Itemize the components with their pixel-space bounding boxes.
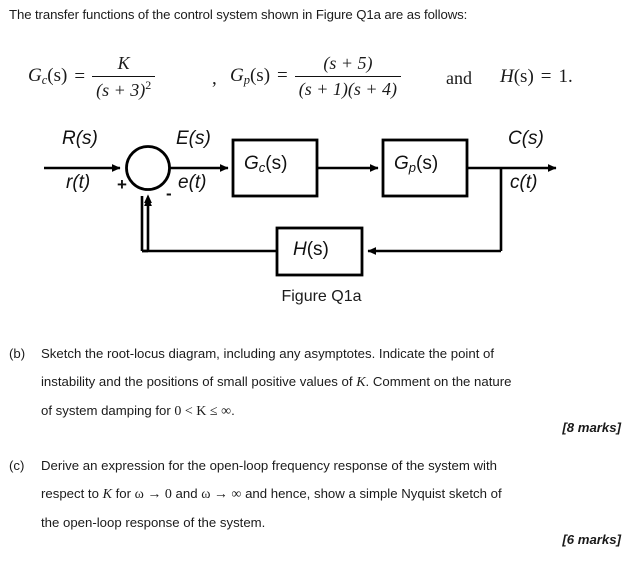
figure-caption: Figure Q1a (281, 288, 362, 305)
controller-block-label: Gc(s) (244, 153, 288, 175)
gp-lhs: Gp(s) (230, 64, 271, 87)
h-lhs: H(s) (500, 66, 534, 87)
part-b-label: (b) (9, 346, 26, 361)
gp-equals: = (277, 65, 288, 87)
gp-numerator: (s + 5) (323, 53, 373, 73)
part-c-line-2: respect to K for ω → 0 and ω → ∞ and hen… (41, 486, 502, 502)
part-b-body: Sketch the root-locus diagram, including… (41, 340, 609, 426)
k-symbol-b: K (356, 375, 366, 390)
part-c-line-1: Derive an expression for the open-loop f… (41, 458, 497, 473)
and-word: and (446, 68, 472, 88)
part-b-line-3: of system damping for 0 < K ≤ ∞. (41, 403, 235, 419)
equation-separator: , (206, 68, 223, 92)
input-label-top: R(s) (62, 128, 98, 149)
equation-h: H(s) = 1. (500, 66, 573, 88)
gp-denominator: (s + 1)(s + 4) (298, 79, 398, 100)
gp-fraction: (s + 5) (s + 1)(s + 4) (294, 52, 402, 101)
intro-paragraph: The transfer functions of the control sy… (9, 7, 468, 22)
part-b-line-1: Sketch the root-locus diagram, including… (41, 346, 495, 361)
part-c-line-3: the open-loop response of the system. (41, 515, 266, 530)
part-c-marks: [6 marks] (562, 532, 621, 547)
feedback-block-label: H(s) (293, 239, 329, 260)
error-label-bottom: e(t) (178, 172, 207, 193)
k-symbol-c: K (102, 487, 112, 502)
question-part-c: (c) Derive an expression for the open-lo… (9, 452, 609, 537)
summing-junction (125, 145, 171, 191)
equation-conjunction: and (446, 68, 472, 89)
part-c-label: (c) (9, 458, 25, 473)
part-b-line-2: instability and the positions of small p… (41, 374, 512, 390)
gc-denominator: (s + 3)2 (96, 78, 152, 101)
part-b-marks: [8 marks] (562, 420, 621, 435)
part-c-body: Derive an expression for the open-loop f… (41, 452, 609, 537)
error-label-top: E(s) (176, 128, 211, 149)
damping-range-math: 0 < K ≤ ∞ (174, 404, 232, 419)
transfer-function-equations: Gc(s) = K (s + 3)2 , Gp(s) = (s + 5) (s … (28, 44, 628, 106)
omega-to-zero-math: ω → 0 (134, 487, 172, 502)
gc-equals: = (74, 65, 86, 87)
gc-fraction: K (s + 3)2 (92, 52, 156, 102)
gc-lhs: Gc(s) (28, 65, 68, 88)
gc-numerator: K (117, 53, 130, 73)
plus-sign: + (117, 175, 127, 194)
equation-gc: Gc(s) = K (s + 3)2 (28, 52, 156, 102)
plant-block-label: Gp(s) (394, 153, 439, 175)
omega-to-infinity-math: ω → ∞ (201, 487, 242, 502)
comma-glyph: , (212, 68, 217, 89)
minus-sign: - (166, 184, 172, 203)
question-part-b: (b) Sketch the root-locus diagram, inclu… (9, 340, 609, 426)
output-label-bottom: c(t) (510, 172, 538, 193)
h-equals: = (540, 66, 552, 87)
input-label-bottom: r(t) (66, 172, 91, 193)
h-value: 1. (558, 66, 573, 87)
equation-gp: Gp(s) = (s + 5) (s + 1)(s + 4) (230, 52, 402, 101)
output-label-top: C(s) (508, 128, 544, 149)
